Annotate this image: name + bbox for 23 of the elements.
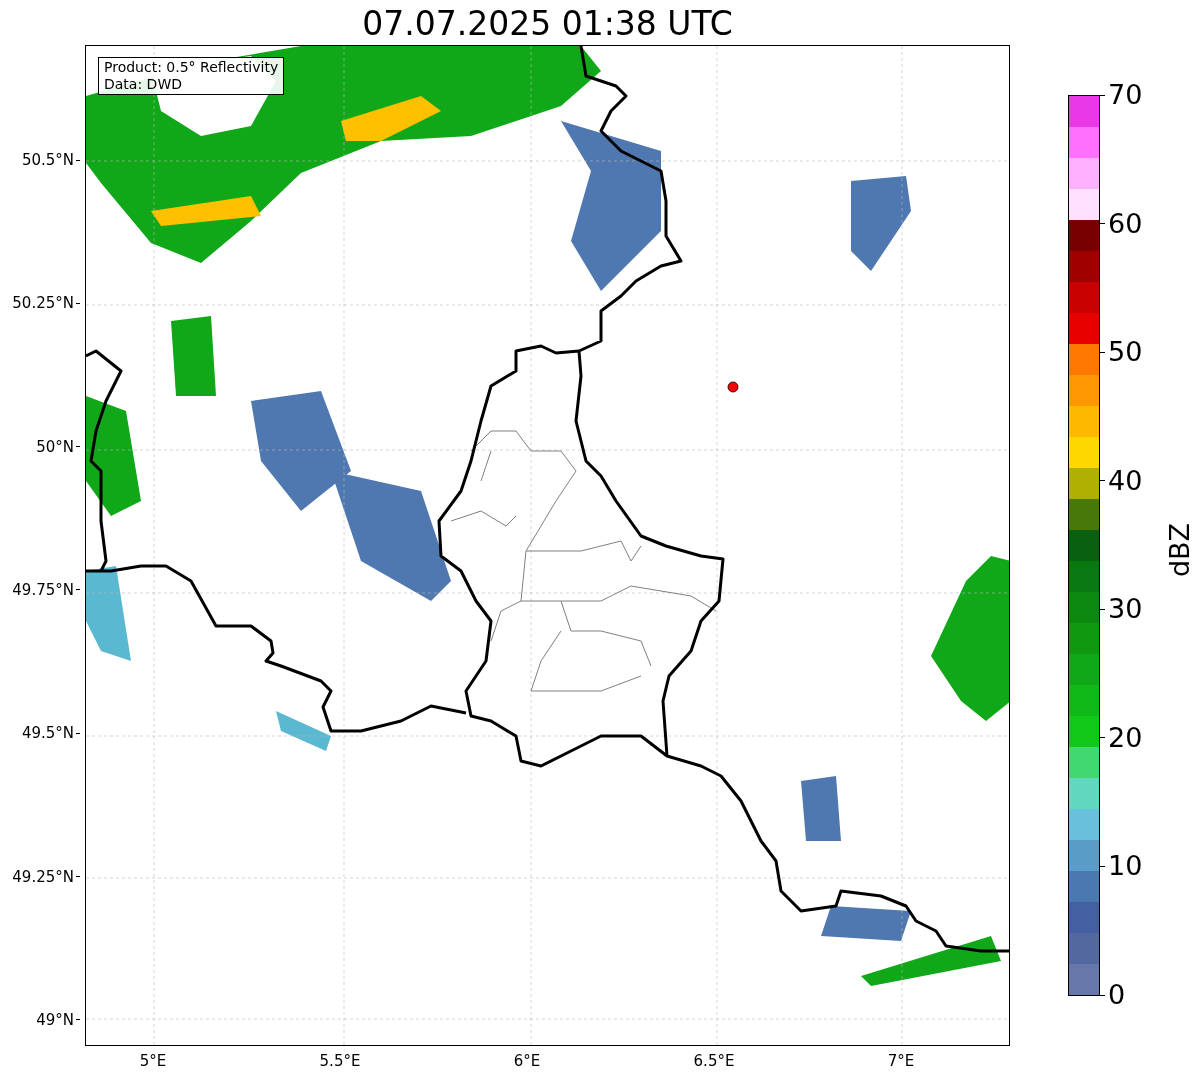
- longitude-label: 6.5°E: [693, 1052, 735, 1070]
- colorbar-tick-label: 60: [1108, 208, 1143, 239]
- chart-title: 07.07.2025 01:38 UTC: [361, 4, 734, 44]
- latitude-label: 49.5°N: [21, 724, 74, 743]
- longitude-label: 5°E: [139, 1052, 167, 1070]
- latitude-label: 50.5°N: [21, 151, 74, 169]
- colorbar-tick-label: 10: [1108, 851, 1143, 882]
- longitude-label: 7°E: [887, 1052, 915, 1070]
- colorbar-tick-label: 30: [1108, 594, 1143, 625]
- longitude-label: 5.5°E: [319, 1052, 361, 1070]
- colorbar-label: dBZ: [1163, 521, 1196, 580]
- colorbar-tick-label: 70: [1108, 80, 1143, 110]
- latitude-label: 50.25°N: [12, 294, 74, 313]
- latitude-label: 50°N: [36, 437, 74, 456]
- colorbar-tick-label: 40: [1108, 465, 1143, 496]
- longitude-label: 6°E: [513, 1052, 541, 1070]
- colorbar-tick-label: 20: [1108, 722, 1143, 753]
- latitude-label: 49°N: [36, 1010, 74, 1029]
- annotation-box: Product: 0.5° Reflectivity Data: DWD: [98, 57, 285, 95]
- colorbar-tick-label: 0: [1108, 980, 1126, 1010]
- latitude-label: 49.75°N: [12, 580, 74, 599]
- latitude-label: 49.25°N: [12, 867, 74, 886]
- colorbar-tick-label: 50: [1108, 337, 1143, 368]
